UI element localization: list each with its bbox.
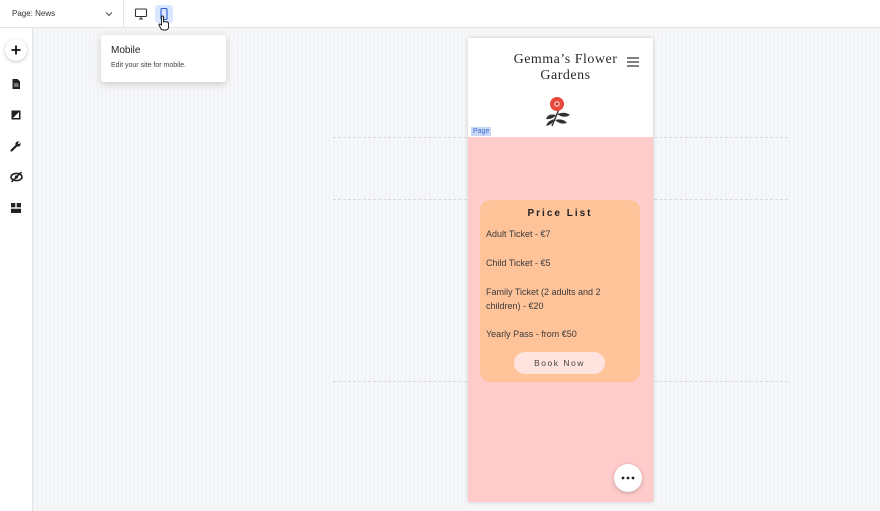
mobile-tooltip: Mobile Edit your site for mobile. bbox=[101, 35, 226, 82]
hand-cursor-icon bbox=[158, 15, 169, 31]
add-icon bbox=[11, 45, 21, 55]
desktop-icon bbox=[134, 8, 148, 20]
book-now-button[interactable]: Book Now bbox=[514, 352, 605, 374]
page-selector[interactable]: Page: News bbox=[0, 0, 124, 27]
price-item: Yearly Pass - from €50 bbox=[486, 329, 577, 339]
hamburger-menu-icon[interactable] bbox=[626, 56, 640, 68]
price-item: Adult Ticket - €7 bbox=[486, 229, 551, 239]
price-item: Child Ticket - €5 bbox=[486, 258, 551, 268]
price-list-heading: Price List bbox=[527, 208, 593, 219]
site-header[interactable]: Gemma’s Flower Gardens bbox=[468, 38, 653, 137]
pages-icon bbox=[12, 79, 20, 89]
add-elements-button[interactable] bbox=[5, 39, 27, 61]
page-selector-label: Page: News bbox=[12, 9, 56, 18]
apps-button[interactable] bbox=[6, 198, 26, 218]
desktop-view-button[interactable] bbox=[132, 5, 150, 23]
editor-top-bar: Page: News bbox=[0, 0, 880, 28]
more-dots-icon bbox=[621, 476, 635, 480]
pages-button[interactable] bbox=[6, 74, 26, 94]
tooltip-description: Edit your site for mobile. bbox=[111, 62, 187, 69]
page-section-tag: Page bbox=[471, 127, 492, 136]
site-title[interactable]: Gemma’s Flower Gardens bbox=[498, 52, 633, 84]
hidden-elements-button[interactable] bbox=[6, 167, 26, 187]
tooltip-title: Mobile bbox=[111, 45, 141, 56]
wrench-icon bbox=[10, 141, 21, 152]
editor-left-toolbar bbox=[0, 28, 33, 511]
more-actions-button[interactable] bbox=[614, 464, 642, 492]
design-icon bbox=[11, 110, 21, 120]
price-item: Family Ticket (2 adults and 2 children) … bbox=[486, 287, 601, 311]
mobile-preview-frame[interactable]: Gemma’s Flower Gardens Page Price List A… bbox=[468, 38, 653, 502]
hidden-icon bbox=[9, 171, 23, 183]
apps-icon bbox=[11, 203, 21, 213]
chevron-down-icon bbox=[105, 12, 113, 17]
flower-logo-icon bbox=[546, 97, 570, 127]
price-list-card[interactable]: Price List Adult Ticket - €7 Child Ticke… bbox=[480, 200, 640, 382]
tools-button[interactable] bbox=[6, 136, 26, 156]
editor-canvas[interactable] bbox=[33, 28, 880, 511]
design-button[interactable] bbox=[6, 105, 26, 125]
